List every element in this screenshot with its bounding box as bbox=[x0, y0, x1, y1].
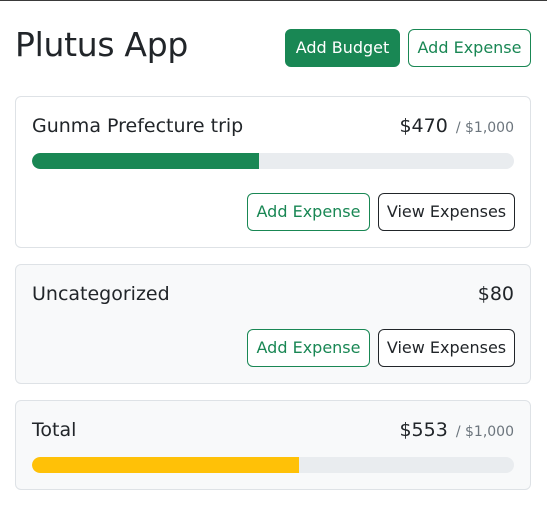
total-max: / $1,000 bbox=[455, 424, 514, 440]
budget-progress-fill bbox=[32, 153, 259, 169]
budget-card-uncategorized: Uncategorized $80 Add Expense View Expen… bbox=[15, 264, 531, 384]
app-title: Plutus App bbox=[15, 25, 188, 64]
budget-spent: $80 bbox=[477, 283, 514, 305]
budget-name: Gunma Prefecture trip bbox=[32, 115, 244, 137]
budget-add-expense-button[interactable]: Add Expense bbox=[247, 193, 370, 231]
total-progress-bar bbox=[32, 457, 514, 473]
total-name: Total bbox=[32, 419, 77, 441]
add-budget-button[interactable]: Add Budget bbox=[285, 29, 400, 67]
app-header: Plutus App Add Budget Add Expense bbox=[15, 25, 531, 68]
total-card: Total $553 / $1,000 bbox=[15, 400, 531, 490]
budget-spent: $470 bbox=[399, 115, 448, 137]
total-spent: $553 bbox=[399, 419, 448, 441]
budget-add-expense-button[interactable]: Add Expense bbox=[247, 329, 370, 367]
budget-progress-bar bbox=[32, 153, 514, 169]
budget-amount: $470 / $1,000 bbox=[399, 114, 514, 140]
budget-max: / $1,000 bbox=[455, 120, 514, 136]
total-progress-fill bbox=[32, 457, 299, 473]
add-expense-button[interactable]: Add Expense bbox=[408, 29, 531, 67]
budget-view-expenses-button[interactable]: View Expenses bbox=[378, 329, 515, 367]
budget-card-gunma: Gunma Prefecture trip $470 / $1,000 Add … bbox=[15, 96, 531, 248]
budget-amount: $80 bbox=[478, 282, 514, 306]
top-border bbox=[0, 0, 547, 1]
budget-name: Uncategorized bbox=[32, 283, 170, 305]
total-amount: $553 / $1,000 bbox=[399, 418, 514, 444]
budget-view-expenses-button[interactable]: View Expenses bbox=[378, 193, 515, 231]
